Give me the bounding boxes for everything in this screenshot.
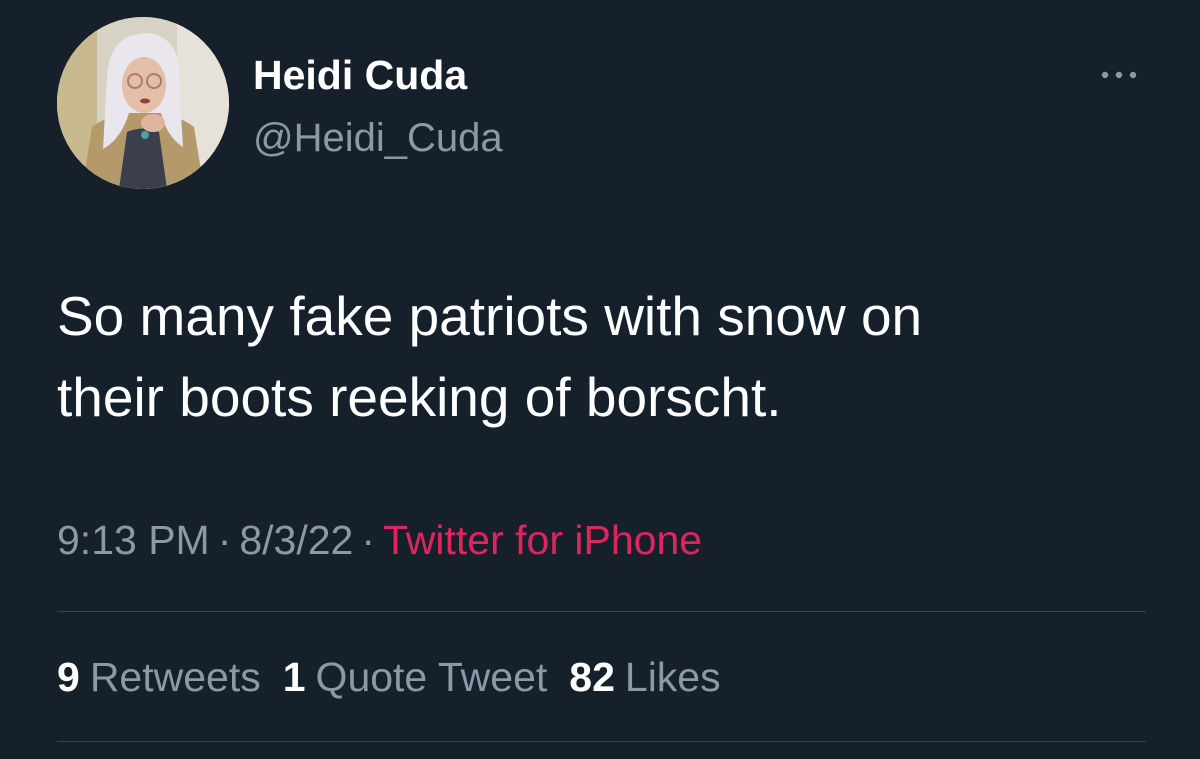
- tweet-date[interactable]: 8/3/22: [239, 517, 353, 563]
- tweet-text: So many fake patriots with snow on their …: [57, 276, 1177, 438]
- tweet-meta: 9:13 PM · 8/3/22 · Twitter for iPhone: [57, 517, 702, 564]
- retweets-stat[interactable]: 9 Retweets: [57, 654, 261, 701]
- quote-tweets-count: 1: [282, 654, 306, 700]
- divider: [57, 741, 1146, 742]
- more-horizontal-icon: [1101, 71, 1137, 79]
- likes-label: Likes: [624, 654, 721, 700]
- engagement-stats: 9 Retweets 1 Quote Tweet 82 Likes: [57, 654, 721, 701]
- retweets-count: 9: [57, 654, 80, 700]
- author-display-name[interactable]: Heidi Cuda: [253, 52, 467, 99]
- likes-count: 82: [569, 654, 615, 700]
- tweet-source-link[interactable]: Twitter for iPhone: [383, 517, 702, 563]
- author-handle[interactable]: @Heidi_Cuda: [253, 116, 503, 161]
- more-options-button[interactable]: [1094, 60, 1144, 90]
- likes-stat[interactable]: 82 Likes: [569, 654, 720, 701]
- retweets-label: Retweets: [89, 654, 261, 700]
- avatar[interactable]: [57, 17, 229, 189]
- tweet-card: Heidi Cuda @Heidi_Cuda So many fake patr…: [0, 0, 1200, 759]
- tweet-text-line-2: their boots reeking of borscht.: [57, 366, 782, 428]
- separator: ·: [361, 517, 376, 563]
- tweet-text-line-1: So many fake patriots with snow on: [57, 285, 923, 347]
- tweet-time[interactable]: 9:13 PM: [57, 517, 210, 563]
- divider: [57, 611, 1146, 612]
- quote-tweets-label: Quote Tweet: [315, 654, 548, 700]
- separator: ·: [217, 517, 232, 563]
- quote-tweets-stat[interactable]: 1 Quote Tweet: [283, 654, 548, 701]
